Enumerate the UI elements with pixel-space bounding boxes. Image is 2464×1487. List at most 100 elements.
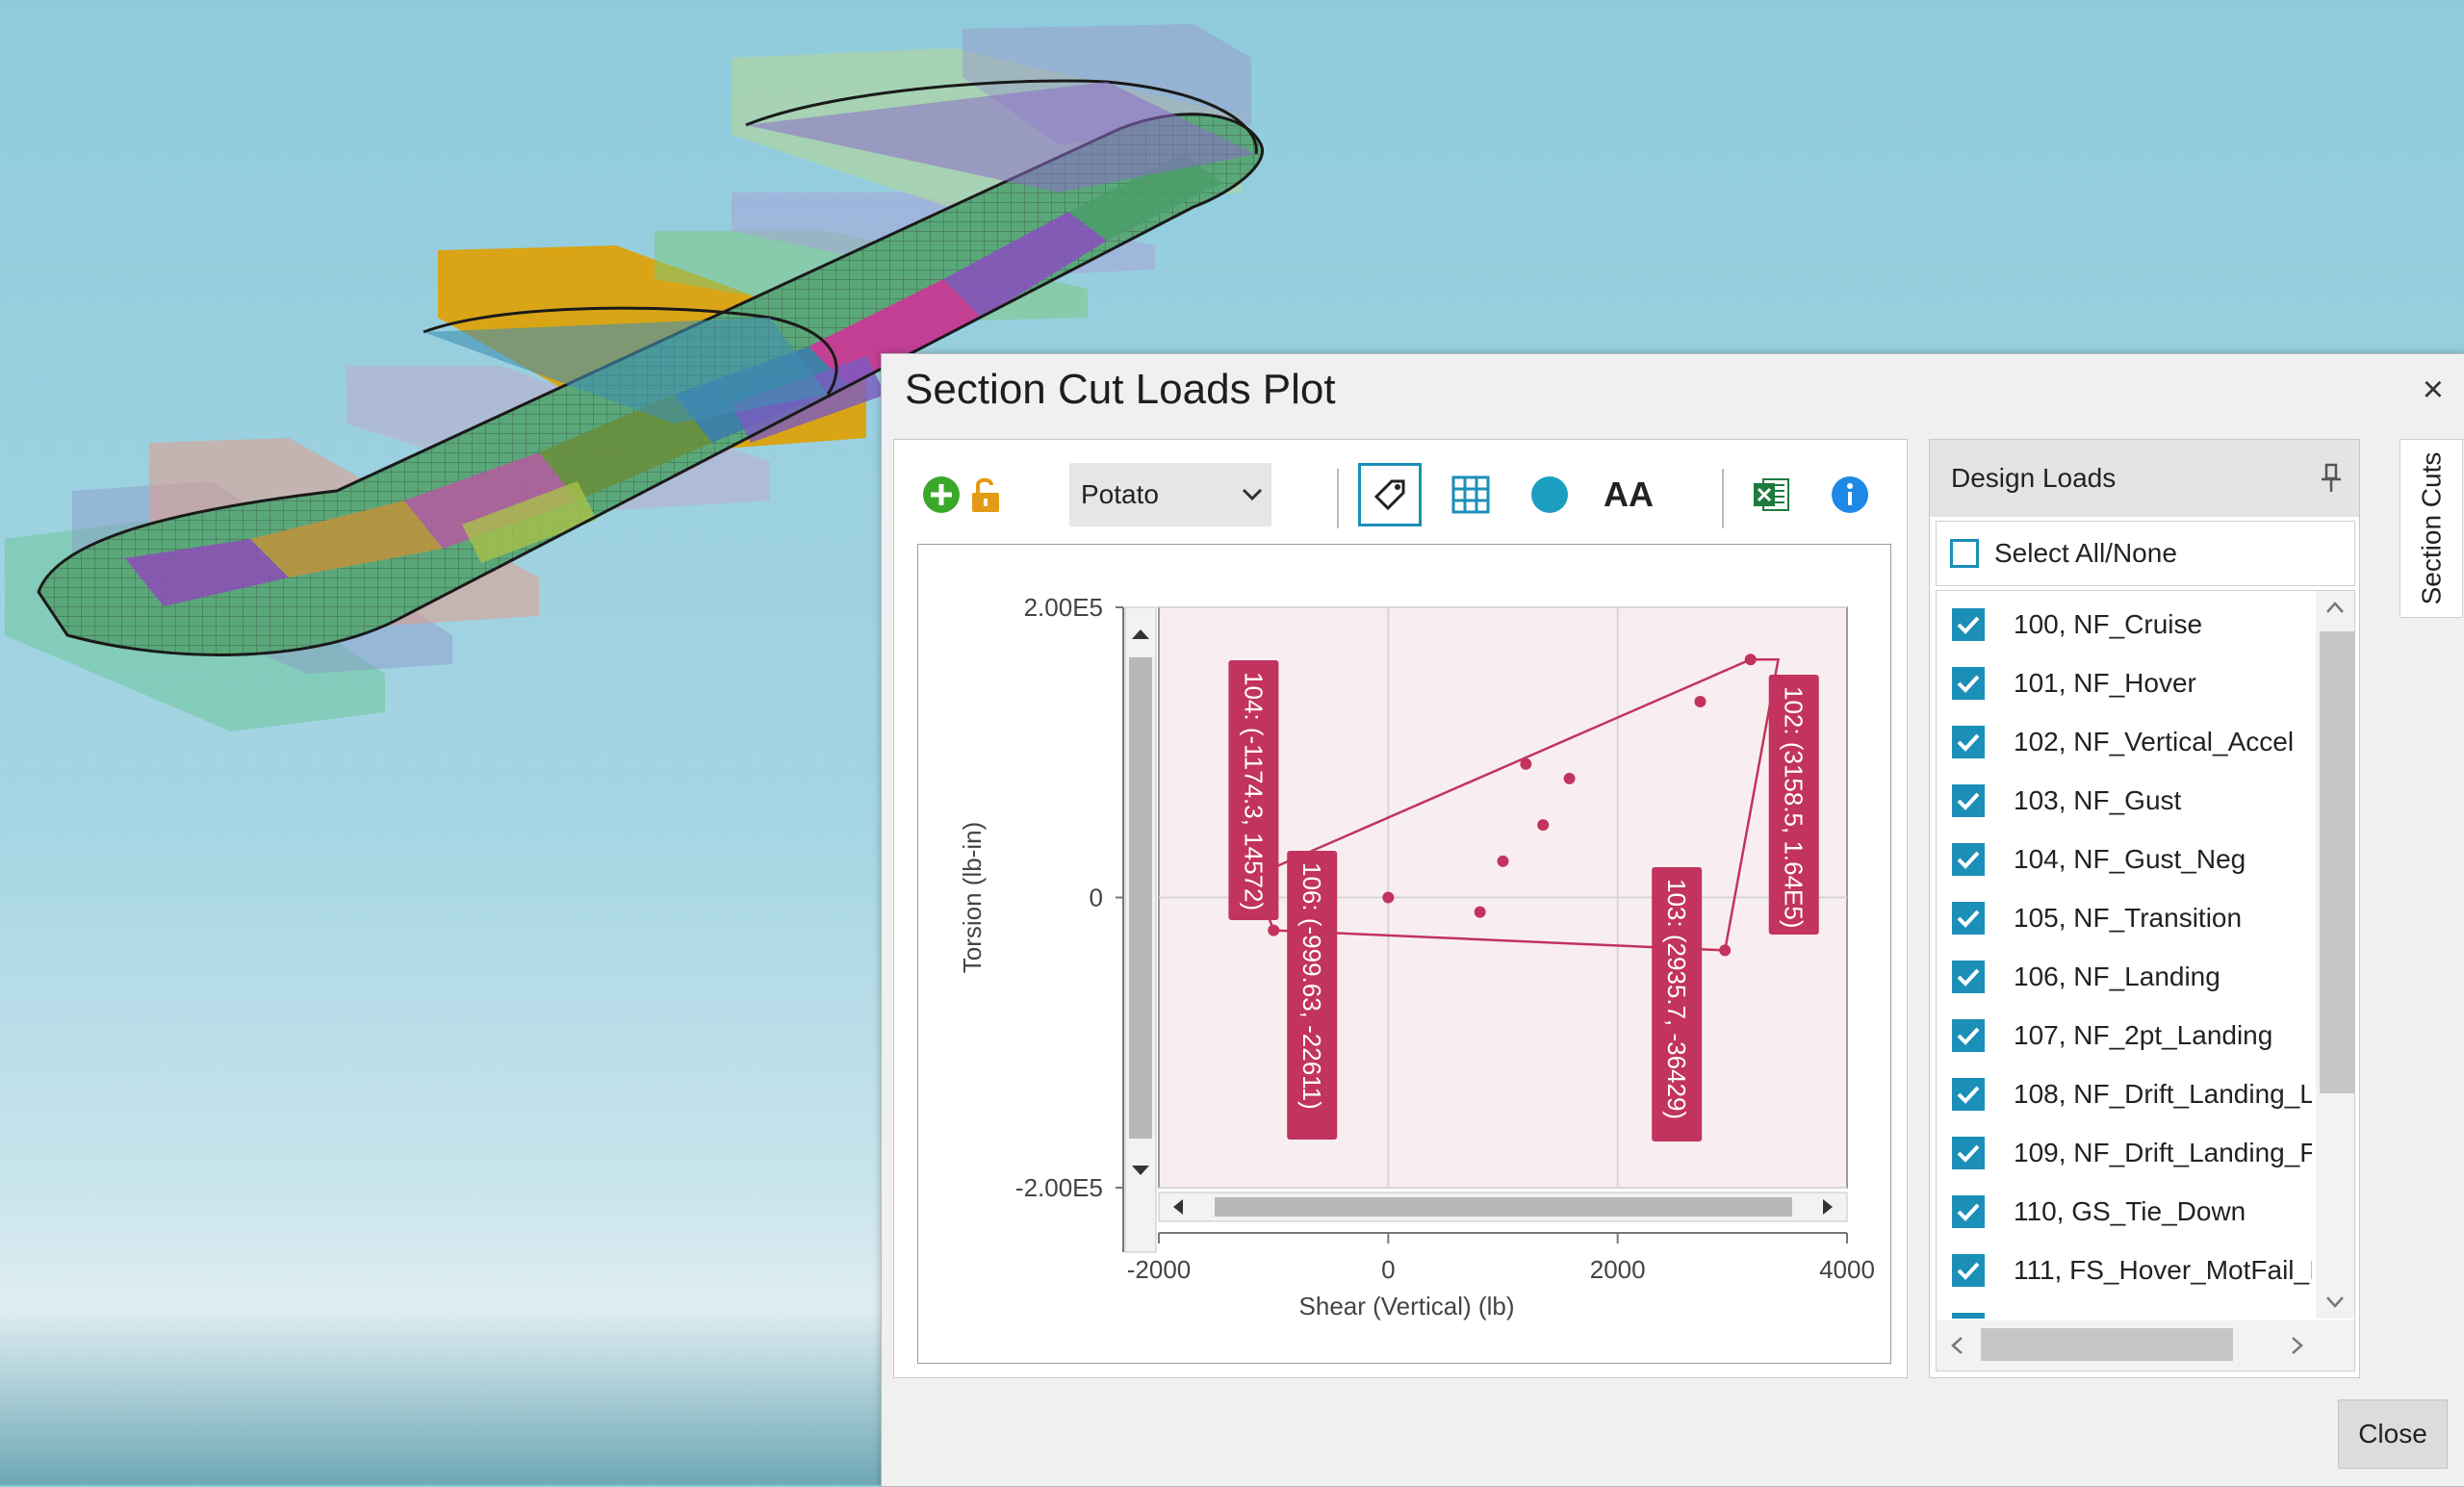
data-point[interactable] bbox=[1694, 695, 1707, 707]
checkmark-icon bbox=[1957, 675, 1980, 693]
add-icon[interactable] bbox=[919, 463, 963, 526]
checkmark-icon bbox=[1957, 910, 1980, 928]
design-loads-panel: Design Loads Select All/None 100, NF_Cru… bbox=[1929, 439, 2360, 1378]
tag-icon[interactable] bbox=[1358, 463, 1422, 526]
design-loads-list[interactable]: 100, NF_Cruise 101, NF_Hover 102, NF_Verti… bbox=[1936, 590, 2355, 1372]
scroll-left-icon[interactable] bbox=[1950, 1336, 1964, 1355]
load-label: 101, NF_Hover bbox=[2014, 667, 2196, 698]
horizontal-scrollbar[interactable] bbox=[1937, 1320, 2354, 1371]
y-axis-title: Torsion (lb-in) bbox=[958, 822, 987, 974]
load-list-item[interactable]: 107, NF_2pt_Landing bbox=[1937, 1006, 2312, 1064]
load-checkbox[interactable] bbox=[1952, 607, 1985, 641]
plot-toolbar: Potato AA bbox=[894, 440, 1907, 536]
data-point[interactable] bbox=[1719, 944, 1732, 957]
checkmark-icon bbox=[1957, 792, 1980, 810]
data-point[interactable] bbox=[1268, 924, 1280, 936]
scroll-down-icon[interactable] bbox=[2325, 1295, 2345, 1309]
load-checkbox[interactable] bbox=[1952, 1077, 1985, 1111]
load-label: 109, NF_Drift_Landing_Fo bbox=[2014, 1137, 2312, 1167]
checkmark-icon bbox=[1957, 1027, 1980, 1045]
horizontal-scrollbar-thumb[interactable] bbox=[1981, 1328, 2233, 1361]
load-checkbox[interactable] bbox=[1952, 1253, 1985, 1287]
load-list-item[interactable]: 111, FS_Hover_MotFail_In bbox=[1937, 1241, 2312, 1299]
load-checkbox[interactable] bbox=[1952, 725, 1985, 758]
font-size-button[interactable]: AA bbox=[1597, 463, 1660, 526]
grid-icon[interactable] bbox=[1439, 463, 1502, 526]
load-list-item[interactable]: 112, FS_Hover_MotFail_O bbox=[1937, 1299, 2312, 1319]
select-all-checkbox-row[interactable]: Select All/None bbox=[1936, 521, 2355, 586]
load-list-item[interactable]: 101, NF_Hover bbox=[1937, 654, 2312, 712]
load-list-item[interactable]: 105, NF_Transition bbox=[1937, 888, 2312, 947]
checkmark-icon bbox=[1957, 1203, 1980, 1221]
load-label: 105, NF_Transition bbox=[2014, 902, 2243, 933]
scatter-chart[interactable]: -2000 0 2000 4000 2.00E5 0 -2.00E5 Shear (Verti… bbox=[918, 545, 1890, 1363]
data-point[interactable] bbox=[1382, 891, 1395, 904]
load-checkbox[interactable] bbox=[1952, 1018, 1985, 1052]
load-checkbox[interactable] bbox=[1952, 1194, 1985, 1228]
load-list-item[interactable]: 106, NF_Landing bbox=[1937, 947, 2312, 1006]
load-list-item[interactable]: 104, NF_Gust_Neg bbox=[1937, 830, 2312, 888]
data-point[interactable] bbox=[1744, 654, 1757, 666]
section-cut-loads-dialog: Section Cut Loads Plot × Potato AA -2000… bbox=[881, 353, 2464, 1487]
data-point[interactable] bbox=[1563, 772, 1576, 784]
design-loads-title: Design Loads bbox=[1951, 463, 2117, 493]
annotation-label: 104: (-1174.3, 14572) bbox=[1239, 672, 1268, 910]
scroll-right-icon[interactable] bbox=[2291, 1336, 2304, 1355]
load-list-item[interactable]: 103, NF_Gust bbox=[1937, 771, 2312, 830]
section-cuts-tab-label: Section Cuts bbox=[2416, 451, 2446, 605]
section-cuts-tab[interactable]: Section Cuts bbox=[2400, 439, 2463, 618]
close-button[interactable]: Close bbox=[2338, 1399, 2448, 1469]
load-label: 112, FS_Hover_MotFail_O bbox=[2014, 1314, 2312, 1320]
y-axis-scrollbar-thumb[interactable] bbox=[1129, 657, 1152, 1139]
design-loads-header: Design Loads bbox=[1930, 440, 2359, 517]
x-tick-label: 2000 bbox=[1590, 1255, 1646, 1284]
load-checkbox[interactable] bbox=[1952, 1312, 1985, 1319]
load-label: 108, NF_Drift_Landing_La bbox=[2014, 1078, 2312, 1109]
data-point[interactable] bbox=[1520, 757, 1532, 770]
checkmark-icon bbox=[1957, 1144, 1980, 1163]
data-point[interactable] bbox=[1497, 855, 1509, 867]
y-tick-label: 0 bbox=[1090, 884, 1103, 912]
annotation-label: 106: (-999.63, -22611) bbox=[1297, 862, 1326, 1110]
marker-circle-icon[interactable] bbox=[1518, 463, 1581, 526]
load-label: 102, NF_Vertical_Accel bbox=[2014, 726, 2295, 756]
pin-icon[interactable] bbox=[2319, 463, 2344, 499]
load-checkbox[interactable] bbox=[1952, 842, 1985, 876]
close-icon[interactable]: × bbox=[2423, 372, 2444, 408]
select-all-checkbox[interactable] bbox=[1950, 539, 1979, 568]
scroll-up-icon[interactable] bbox=[2325, 601, 2345, 614]
load-checkbox[interactable] bbox=[1952, 960, 1985, 993]
load-label: 107, NF_2pt_Landing bbox=[2014, 1019, 2273, 1050]
load-checkbox[interactable] bbox=[1952, 1136, 1985, 1169]
excel-icon[interactable] bbox=[1739, 463, 1803, 526]
design-loads-items: 100, NF_Cruise 101, NF_Hover 102, NF_Verti… bbox=[1937, 591, 2312, 1319]
load-list-item[interactable]: 100, NF_Cruise bbox=[1937, 595, 2312, 654]
load-checkbox[interactable] bbox=[1952, 783, 1985, 817]
vertical-scrollbar[interactable] bbox=[2316, 591, 2354, 1319]
preset-dropdown[interactable]: Potato bbox=[1069, 463, 1271, 526]
load-checkbox[interactable] bbox=[1952, 901, 1985, 935]
load-checkbox[interactable] bbox=[1952, 666, 1985, 700]
chevron-down-icon bbox=[1233, 487, 1271, 502]
data-point[interactable] bbox=[1537, 819, 1550, 832]
info-icon[interactable] bbox=[1818, 463, 1882, 526]
checkmark-icon bbox=[1957, 616, 1980, 634]
x-axis-scrollbar-thumb[interactable] bbox=[1215, 1197, 1792, 1217]
load-list-item[interactable]: 108, NF_Drift_Landing_La bbox=[1937, 1064, 2312, 1123]
checkmark-icon bbox=[1957, 733, 1980, 752]
unlock-icon[interactable] bbox=[963, 463, 1008, 526]
load-list-item[interactable]: 109, NF_Drift_Landing_Fo bbox=[1937, 1123, 2312, 1182]
y-tick-label: -2.00E5 bbox=[1015, 1173, 1103, 1202]
vertical-scrollbar-thumb[interactable] bbox=[2320, 631, 2354, 1093]
checkmark-icon bbox=[1957, 1086, 1980, 1104]
load-list-item[interactable]: 102, NF_Vertical_Accel bbox=[1937, 712, 2312, 771]
select-all-label: Select All/None bbox=[1994, 538, 2177, 568]
toolbar-separator bbox=[1337, 469, 1339, 528]
load-list-item[interactable]: 110, GS_Tie_Down bbox=[1937, 1182, 2312, 1241]
checkmark-icon bbox=[1957, 1262, 1980, 1280]
data-point[interactable] bbox=[1474, 906, 1486, 918]
load-label: 103, NF_Gust bbox=[2014, 784, 2182, 815]
annotation-label: 102: (3158.5, 1.64E5) bbox=[1780, 686, 1809, 929]
x-tick-label: -2000 bbox=[1127, 1255, 1192, 1284]
annotation-label: 103: (2935.7, -36429) bbox=[1662, 879, 1691, 1119]
